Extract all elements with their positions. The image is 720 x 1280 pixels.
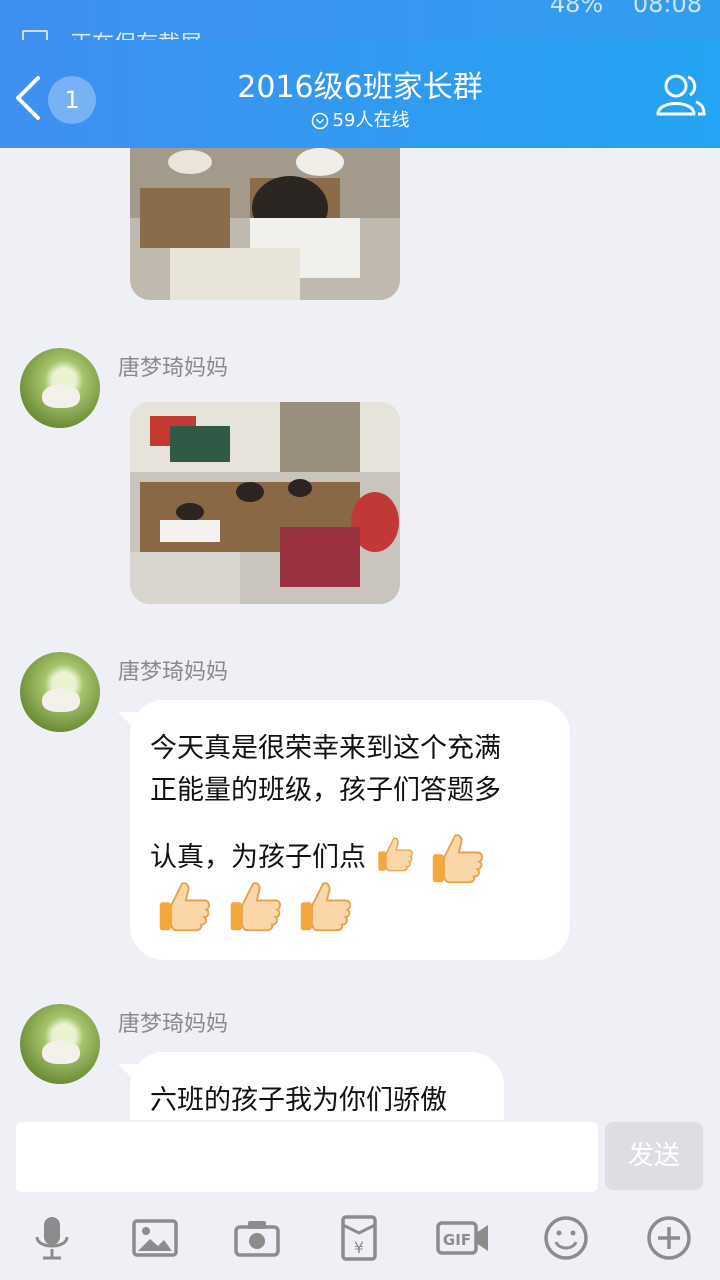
thumbs-up-icon — [159, 882, 210, 932]
battery-level: 48% — [549, 0, 604, 18]
status-right: 48% 08:08 — [550, 0, 702, 18]
thumbs-up-icon — [377, 837, 413, 872]
svg-text:¥: ¥ — [354, 1238, 364, 1257]
page-title: 2016级6班家长群 — [237, 70, 483, 105]
avatar[interactable] — [20, 348, 100, 428]
chat-photo[interactable] — [130, 402, 400, 604]
thumbs-up-icon — [230, 882, 281, 932]
message-bubble[interactable]: 六班的孩子我为你们骄傲 — [130, 1052, 504, 1120]
message-line: 正能量的班级，孩子们答题多 — [150, 775, 501, 806]
sender-name[interactable]: 唐梦琦妈妈 — [118, 1006, 228, 1038]
classroom-photo — [130, 402, 400, 604]
online-count: 59人在线 — [332, 110, 410, 131]
chevron-down-circle-icon — [311, 112, 328, 130]
message-bubble[interactable]: 今天真是很荣幸来到这个充满 正能量的班级，孩子们答题多 认真，为孩子们点 — [130, 700, 570, 960]
clock: 08:08 — [632, 0, 702, 18]
thumbs-up-icon — [432, 834, 484, 884]
chat-photo[interactable] — [130, 148, 400, 300]
classroom-photo — [130, 148, 400, 300]
avatar[interactable] — [20, 1004, 100, 1084]
members-icon — [656, 74, 706, 116]
camera-icon[interactable] — [232, 1213, 282, 1263]
message-line: 今天真是很荣幸来到这个充满 — [150, 733, 501, 764]
avatar[interactable] — [20, 652, 100, 732]
image-icon[interactable] — [130, 1213, 180, 1263]
group-members-button[interactable] — [652, 68, 706, 122]
red-envelope-icon[interactable]: ¥ — [334, 1213, 384, 1263]
gif-icon[interactable]: GIF — [436, 1213, 490, 1263]
message-input[interactable] — [16, 1122, 598, 1192]
message-line: 六班的孩子我为你们骄傲 — [150, 1085, 447, 1116]
thumbs-up-icon — [300, 882, 352, 932]
emoji-icon[interactable] — [541, 1213, 591, 1263]
emoji-row — [156, 878, 353, 941]
title-bar: 1 2016级6班家长群 59人在线 — [0, 40, 720, 148]
message-list[interactable]: 唐梦琦妈妈 唐梦琦妈妈 今天真是很荣幸来到这个充满 正能量的班级，孩子们答题多 … — [0, 148, 720, 1120]
svg-text:GIF: GIF — [443, 1231, 471, 1249]
send-button[interactable]: 发送 — [605, 1122, 703, 1190]
microphone-icon[interactable] — [27, 1213, 77, 1263]
input-area: 发送 ¥ GIF — [0, 1120, 720, 1280]
sender-name[interactable]: 唐梦琦妈妈 — [118, 350, 228, 382]
status-bar: 正在保存截屏 48% 08:08 — [0, 0, 720, 57]
plus-icon[interactable] — [644, 1213, 694, 1263]
sender-name[interactable]: 唐梦琦妈妈 — [118, 654, 228, 686]
online-status[interactable]: 59人在线 — [0, 106, 720, 132]
message-line: 认真，为孩子们点 — [150, 842, 366, 873]
